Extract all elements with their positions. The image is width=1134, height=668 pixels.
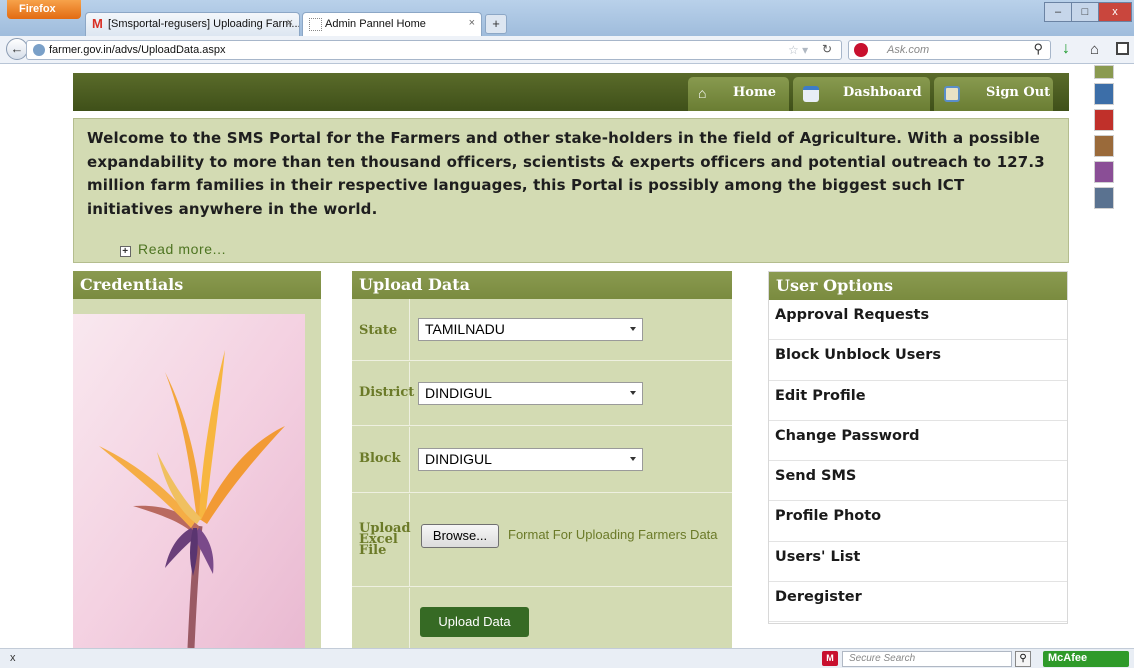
option-deregister[interactable]: Deregister: [769, 582, 1067, 623]
search-placeholder: Ask.com: [887, 44, 930, 56]
nav-dashboard[interactable]: Dashboard: [793, 77, 930, 111]
tab-label: Admin Pannel Home: [325, 18, 426, 30]
close-tab-icon[interactable]: ×: [287, 17, 293, 29]
tab-admin-pannel[interactable]: Admin Pannel Home ×: [302, 12, 482, 36]
upload-data-title: Upload Data: [352, 271, 732, 299]
ask-engine-icon[interactable]: [854, 43, 868, 57]
mcafee-shield-icon[interactable]: M: [822, 651, 838, 666]
upload-data-button[interactable]: Upload Data: [420, 607, 529, 637]
expand-plus-icon[interactable]: +: [120, 246, 131, 257]
upload-data-panel: Upload Data State TAMILNADU District DIN…: [352, 271, 732, 648]
user-options-title: User Options: [769, 272, 1067, 300]
theme-swatch[interactable]: [1094, 187, 1114, 209]
read-more-link[interactable]: + Read more...: [120, 241, 226, 257]
url-text: farmer.gov.in/advs/UploadData.aspx: [49, 44, 226, 56]
dropdown-arrow-icon: [630, 327, 636, 331]
submit-row-spacer: [352, 588, 410, 648]
search-icon[interactable]: ⚲: [1033, 41, 1043, 57]
site-top-nav: ⌂ Home Dashboard Sign Out: [73, 73, 1069, 111]
firefox-menu-button[interactable]: Firefox: [7, 0, 81, 19]
tab-smsportal[interactable]: M [Smsportal-regusers] Uploading Farm...…: [85, 12, 300, 36]
option-profile-photo[interactable]: Profile Photo: [769, 501, 1067, 542]
block-label: Block: [352, 427, 410, 492]
browser-statusbar: x M Secure Search ⚲ McAfee: [0, 648, 1134, 668]
new-tab-button[interactable]: +: [485, 14, 507, 34]
url-bar[interactable]: farmer.gov.in/advs/UploadData.aspx: [26, 40, 842, 60]
nav-home[interactable]: ⌂ Home: [688, 77, 789, 111]
option-send-sms[interactable]: Send SMS: [769, 461, 1067, 502]
close-addon-bar-icon[interactable]: x: [10, 652, 16, 664]
page-viewport: ⌂ Home Dashboard Sign Out Welcome to the…: [0, 65, 1134, 648]
back-arrow-icon[interactable]: ←: [6, 38, 28, 60]
theme-swatch[interactable]: [1094, 109, 1114, 131]
state-value: TAMILNADU: [425, 321, 505, 337]
theme-swatch[interactable]: [1094, 65, 1114, 79]
globe-icon: [33, 44, 45, 56]
theme-swatch[interactable]: [1094, 83, 1114, 105]
block-row: Block DINDIGUL: [352, 427, 732, 493]
dropdown-arrow-icon: [630, 391, 636, 395]
welcome-text: Welcome to the SMS Portal for the Farmer…: [87, 129, 1045, 218]
theme-color-picker: [1092, 65, 1116, 213]
dropdown-arrow-icon: [630, 457, 636, 461]
home-icon[interactable]: ⌂: [1090, 41, 1099, 58]
user-options-panel: User Options Approval Requests Block Unb…: [768, 271, 1068, 624]
gmail-icon: M: [92, 16, 103, 31]
page-icon: [309, 18, 322, 31]
format-link[interactable]: Format For Uploading Farmers Data: [508, 527, 731, 542]
state-select[interactable]: TAMILNADU: [418, 318, 643, 341]
block-select[interactable]: DINDIGUL: [418, 448, 643, 471]
welcome-banner: Welcome to the SMS Portal for the Farmer…: [73, 118, 1069, 263]
close-tab-icon[interactable]: ×: [469, 17, 475, 29]
nav-home-label: Home: [733, 85, 776, 100]
nav-signout-label: Sign Out: [986, 85, 1051, 100]
state-row: State TAMILNADU: [352, 299, 732, 361]
state-label: State: [352, 299, 410, 360]
tab-label: [Smsportal-regusers] Uploading Farm...: [108, 18, 300, 30]
browse-button[interactable]: Browse...: [421, 524, 499, 548]
signout-icon: [944, 86, 960, 102]
block-value: DINDIGUL: [425, 451, 492, 467]
nav-signout[interactable]: Sign Out: [934, 77, 1053, 111]
option-change-password[interactable]: Change Password: [769, 421, 1067, 462]
search-icon[interactable]: ⚲: [1015, 651, 1031, 667]
submit-row: Upload Data: [352, 588, 732, 648]
district-select[interactable]: DINDIGUL: [418, 382, 643, 405]
upload-file-row: Upload Excel File Browse... Format For U…: [352, 494, 732, 587]
addon-icon[interactable]: [1116, 42, 1129, 55]
district-row: District DINDIGUL: [352, 362, 732, 426]
theme-swatch[interactable]: [1094, 135, 1114, 157]
reload-icon[interactable]: ↻: [822, 42, 832, 56]
read-more-label: Read more...: [138, 241, 227, 257]
upload-file-label: Upload Excel File: [352, 494, 411, 586]
option-edit-profile[interactable]: Edit Profile: [769, 381, 1067, 421]
mcafee-badge[interactable]: McAfee: [1043, 651, 1129, 667]
theme-swatch[interactable]: [1094, 161, 1114, 183]
search-bar[interactable]: Ask.com ⚲: [848, 40, 1051, 60]
home-icon: ⌂: [698, 85, 707, 101]
district-label: District: [352, 362, 414, 425]
credentials-title: Credentials: [73, 271, 321, 299]
bookmark-star-icon[interactable]: ☆ ▾: [788, 43, 808, 57]
district-value: DINDIGUL: [425, 385, 492, 401]
option-approval-requests[interactable]: Approval Requests: [769, 300, 1067, 341]
nav-dashboard-label: Dashboard: [843, 85, 922, 100]
option-users-list[interactable]: Users' List: [769, 542, 1067, 583]
window-icon: [803, 86, 819, 102]
secure-search-input[interactable]: Secure Search: [842, 651, 1012, 667]
option-block-unblock-users[interactable]: Block Unblock Users: [769, 340, 1067, 381]
browser-navbar: ← farmer.gov.in/advs/UploadData.aspx ☆ ▾…: [0, 36, 1134, 64]
download-arrow-icon[interactable]: ↓: [1062, 40, 1070, 58]
maximize-button[interactable]: □: [1071, 2, 1099, 22]
browser-titlebar: Firefox M [Smsportal-regusers] Uploading…: [0, 0, 1134, 36]
minimize-button[interactable]: –: [1044, 2, 1072, 22]
flower-image: [73, 314, 305, 648]
close-window-button[interactable]: x: [1098, 2, 1132, 22]
credentials-panel: Credentials: [73, 271, 321, 648]
